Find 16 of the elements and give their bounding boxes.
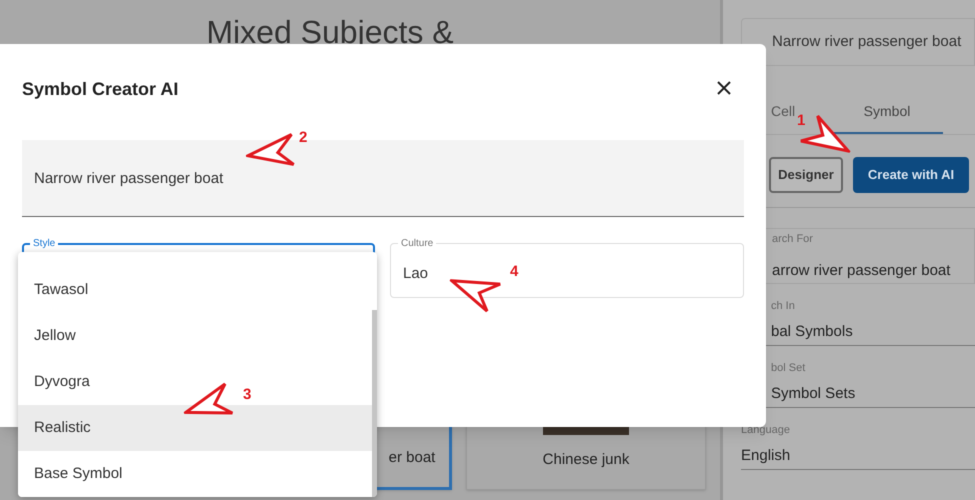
page-title: Mixed Subjects &	[206, 14, 454, 50]
menu-item[interactable]: Realistic	[18, 405, 372, 451]
designer-button[interactable]: Designer	[769, 157, 843, 193]
annotation-number: 1	[797, 111, 806, 131]
field-value: Narrow river passenger boat	[772, 32, 962, 52]
menu-item[interactable]: Base Symbol	[18, 451, 372, 497]
create-button[interactable]: Create with AI	[853, 157, 969, 193]
name-field[interactable]: Narrow river passenger boat	[741, 18, 975, 66]
card-label: er boat	[388, 448, 436, 468]
close-icon	[716, 80, 732, 96]
dialog-title: Symbol Creator AI	[22, 78, 178, 101]
annotation-number: 3	[243, 385, 252, 405]
card-label: Chinese junk	[542, 450, 630, 470]
scrollbar[interactable]	[372, 310, 377, 497]
field-label: Style	[30, 236, 58, 251]
annotation-number: 4	[510, 262, 518, 282]
